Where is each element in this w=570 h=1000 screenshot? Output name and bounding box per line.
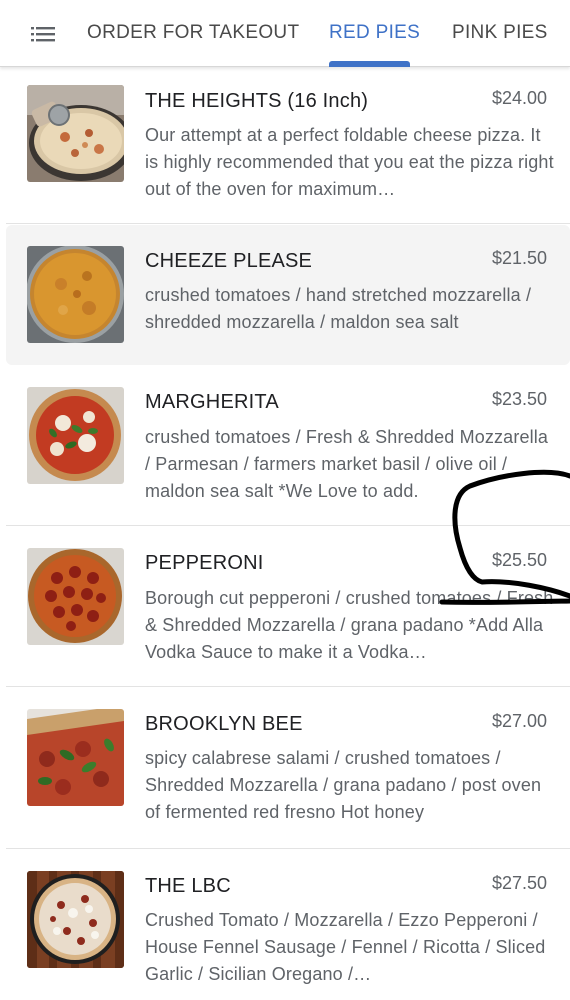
item-name: PEPPERONI bbox=[145, 552, 264, 574]
category-tab-bar: ORDER FOR TAKEOUT RED PIES PINK PIES bbox=[0, 0, 570, 67]
item-price: $23.50 bbox=[491, 389, 547, 409]
item-price: $25.50 bbox=[491, 550, 547, 570]
menu-item-margherita[interactable]: MARGHERITA $23.50 crushed tomatoes / Fre… bbox=[6, 366, 570, 526]
pizza-photo-cheeze-please bbox=[27, 246, 124, 343]
pizza-photo-the-lbc bbox=[27, 871, 124, 968]
tab-red-pies[interactable]: RED PIES bbox=[329, 0, 420, 67]
item-name: THE LBC bbox=[145, 875, 231, 897]
item-name: BROOKLYN BEE bbox=[145, 713, 303, 735]
item-price: $21.50 bbox=[491, 248, 547, 268]
item-description: Borough cut pepperoni / crushed tomatoes… bbox=[145, 588, 554, 662]
menu-item-the-heights[interactable]: THE HEIGHTS (16 Inch) $24.00 Our attempt… bbox=[6, 68, 570, 224]
item-description: crushed tomatoes / Fresh & Shredded Mozz… bbox=[145, 427, 549, 501]
pizza-photo-margherita bbox=[27, 387, 124, 484]
menu-icon bbox=[31, 27, 55, 42]
pizza-photo-pepperoni bbox=[27, 548, 124, 645]
menu-item-brooklyn-bee[interactable]: BROOKLYN BEE $27.00 spicy calabrese sala… bbox=[6, 688, 570, 849]
menu-item-pepperoni[interactable]: PEPPERONI $25.50 Borough cut pepperoni /… bbox=[6, 527, 570, 687]
item-description: Our attempt at a perfect foldable cheese… bbox=[145, 125, 554, 199]
tab-pink-pies[interactable]: PINK PIES bbox=[452, 0, 548, 67]
pizza-photo-the-heights bbox=[27, 85, 124, 182]
menu-item-the-lbc[interactable]: THE LBC $27.50 Crushed Tomato / Mozzarel… bbox=[6, 850, 570, 1000]
item-price: $24.00 bbox=[491, 88, 547, 108]
item-price: $27.00 bbox=[491, 711, 547, 731]
menu-button[interactable] bbox=[22, 18, 62, 50]
item-description: Crushed Tomato / Mozzarella / Ezzo Peppe… bbox=[145, 910, 546, 984]
pizza-photo-brooklyn-bee bbox=[27, 709, 124, 806]
active-tab-indicator bbox=[329, 61, 410, 67]
item-description: spicy calabrese salami / crushed tomatoe… bbox=[145, 748, 542, 822]
tab-order-for-takeout[interactable]: ORDER FOR TAKEOUT bbox=[87, 0, 299, 67]
item-name: MARGHERITA bbox=[145, 391, 279, 413]
item-name: CHEEZE PLEASE bbox=[145, 250, 313, 272]
item-price: $27.50 bbox=[491, 873, 547, 893]
menu-item-cheeze-please[interactable]: CHEEZE PLEASE $21.50 crushed tomatoes / … bbox=[6, 225, 570, 365]
item-description: crushed tomatoes / hand stretched mozzar… bbox=[145, 285, 532, 332]
item-name: THE HEIGHTS (16 Inch) bbox=[145, 90, 369, 112]
